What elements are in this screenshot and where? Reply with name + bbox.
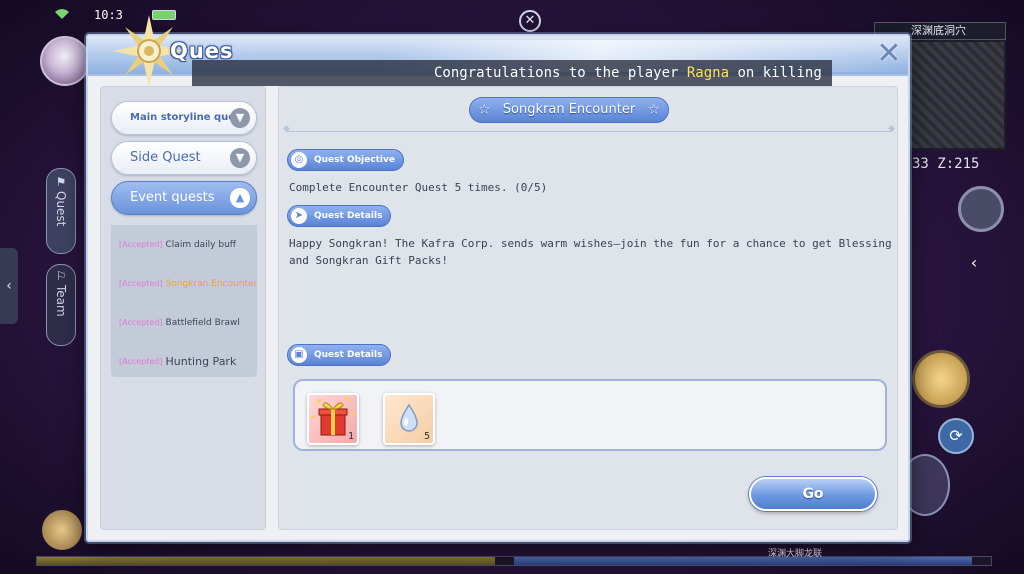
rewards-section-tag: ▣ Quest Details bbox=[287, 344, 392, 366]
category-side-quest[interactable]: Side Quest ▼ bbox=[111, 141, 257, 175]
player-avatar[interactable] bbox=[40, 36, 90, 86]
reward-qty: 5 bbox=[423, 431, 430, 442]
details-text: Happy Songkran! The Kafra Corp. sends wa… bbox=[289, 235, 892, 269]
accepted-tag: [Accepted] bbox=[119, 317, 163, 327]
wifi-icon bbox=[55, 9, 69, 19]
team-tab-label: Team bbox=[54, 285, 68, 317]
location-label: 深渊大脚龙联 bbox=[768, 549, 823, 559]
reward-item-gift[interactable]: 1 bbox=[307, 393, 359, 445]
details-label: Quest Details bbox=[314, 211, 383, 221]
coordinates-text: 33 Z:215 bbox=[912, 156, 980, 172]
quest-item-name: Songkran Encounter bbox=[165, 278, 257, 289]
go-button[interactable]: Go bbox=[749, 477, 877, 511]
minimap[interactable] bbox=[906, 40, 1006, 150]
chevron-up-icon: ▲ bbox=[230, 188, 250, 208]
category-label: Main storyline quest bbox=[130, 112, 246, 123]
broadcast-marquee: Congratulations to the player Ragna on k… bbox=[192, 60, 832, 86]
category-main-storyline[interactable]: Main storyline quest ▼ bbox=[111, 101, 257, 135]
details-text-line1: Happy Songkran! The Kafra Corp. sends wa… bbox=[289, 237, 892, 250]
target-icon: ◎ bbox=[291, 152, 307, 168]
quest-item-claim-daily-buff[interactable]: [Accepted] Claim daily buff bbox=[111, 225, 257, 264]
rewards-box: 1 5 bbox=[293, 379, 887, 451]
category-label: Event quests bbox=[130, 190, 215, 205]
quest-side-tab[interactable]: ⚑ Quest bbox=[46, 168, 76, 254]
broadcast-prefix: Congratulations to the player bbox=[434, 65, 687, 81]
chevron-down-icon: ▼ bbox=[230, 108, 250, 128]
quest-item-name: Hunting Park bbox=[165, 354, 237, 368]
star-icon: ☆ bbox=[647, 102, 660, 118]
broadcast-suffix: on killing bbox=[729, 65, 822, 81]
expand-left-arrow-icon[interactable]: ‹ bbox=[0, 248, 18, 324]
broadcast-player-name: Ragna bbox=[686, 65, 730, 81]
quest-tab-label: Quest bbox=[54, 191, 68, 227]
reward-item-drop[interactable]: 5 bbox=[383, 393, 435, 445]
accepted-tag: [Accepted] bbox=[119, 239, 163, 249]
paper-plane-icon: ➤ bbox=[291, 208, 307, 224]
quest-title: Songkran Encounter bbox=[502, 102, 636, 117]
quest-item-battlefield-brawl[interactable]: [Accepted] Battlefield Brawl bbox=[111, 303, 257, 342]
category-event-quests[interactable]: Event quests ▲ bbox=[111, 181, 257, 215]
quest-item-name: Claim daily buff bbox=[165, 239, 236, 250]
section-divider bbox=[283, 124, 895, 134]
reward-qty: 1 bbox=[347, 431, 354, 442]
star-icon: ☆ bbox=[478, 102, 491, 118]
objective-section-tag: ◎ Quest Objective bbox=[287, 149, 404, 171]
objective-label: Quest Objective bbox=[314, 155, 395, 165]
quest-panel: Ques ✕ Congratulations to the player Rag… bbox=[86, 15, 910, 542]
quest-item-songkran-encounter[interactable]: [Accepted] Songkran Encounter bbox=[111, 264, 257, 303]
dpad-icon[interactable] bbox=[958, 186, 1004, 232]
quest-detail-pane: ☆ Songkran Encounter ☆ ◎ Quest Objective… bbox=[278, 86, 898, 530]
details-section-tag: ➤ Quest Details bbox=[287, 205, 392, 227]
skill-button-icon[interactable] bbox=[912, 350, 970, 408]
accepted-tag: [Accepted] bbox=[119, 278, 163, 288]
team-side-tab[interactable]: ⚐ Team bbox=[46, 264, 76, 346]
rewards-label: Quest Details bbox=[314, 350, 383, 360]
close-panel-icon[interactable]: ✕ bbox=[874, 39, 904, 70]
quest-tab-icon: ⚑ bbox=[55, 175, 67, 189]
event-quest-list: [Accepted] Claim daily buff [Accepted] S… bbox=[111, 225, 257, 377]
chevron-down-icon: ▼ bbox=[230, 148, 250, 168]
top-close-icon[interactable]: ✕ bbox=[519, 10, 541, 32]
quest-sidebar: Main storyline quest ▼ Side Quest ▼ Even… bbox=[100, 86, 266, 530]
quest-item-name: Battlefield Brawl bbox=[165, 317, 240, 328]
switch-icon[interactable]: ⟳ bbox=[938, 418, 974, 454]
emote-icon[interactable] bbox=[42, 510, 82, 550]
collapse-arrow-icon[interactable]: ‹ bbox=[962, 252, 986, 276]
details-text-line2: and Songkran Gift Packs! bbox=[289, 254, 448, 267]
gift-icon: ▣ bbox=[291, 347, 307, 363]
team-tab-icon: ⚐ bbox=[55, 269, 67, 283]
objective-text: Complete Encounter Quest 5 times. (0/5) bbox=[289, 181, 548, 194]
category-label: Side Quest bbox=[130, 150, 201, 165]
exp-bar bbox=[36, 556, 992, 566]
quest-item-hunting-park[interactable]: [Accepted] Hunting Park bbox=[111, 342, 257, 381]
quest-title-banner: ☆ Songkran Encounter ☆ bbox=[469, 97, 669, 123]
accepted-tag: [Accepted] bbox=[119, 356, 163, 366]
